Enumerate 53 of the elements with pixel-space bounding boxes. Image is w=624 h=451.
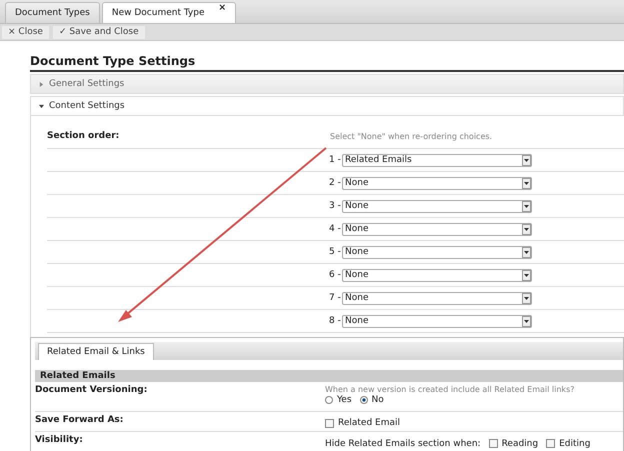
option-label: Reading	[502, 438, 538, 448]
order-number: 2 -	[329, 178, 339, 188]
hint-text: Select "None" when re-ordering choices.	[330, 132, 492, 140]
option-label: Yes	[337, 395, 352, 405]
caret-down-icon	[522, 246, 531, 258]
tab[interactable]: Related Email & Links	[38, 343, 154, 360]
radio-button[interactable]	[325, 396, 333, 404]
caret-down-icon	[522, 316, 531, 326]
order-number: 4 -	[329, 224, 339, 234]
toolbar-button[interactable]: ✓ Save and Close	[52, 26, 145, 38]
field-label: Document Versioning:	[35, 385, 148, 397]
order-number: 1 -	[329, 155, 339, 165]
field-label: Save Forward As:	[35, 415, 124, 427]
order-number: 5 -	[329, 247, 339, 257]
tab[interactable]: New Document Type ×	[102, 2, 236, 23]
caret-down-icon	[522, 154, 531, 166]
order-number: 6 -	[329, 270, 339, 280]
caret-right-icon	[39, 82, 44, 86]
dropdown[interactable]: None	[342, 314, 532, 328]
order-number: 3 -	[329, 201, 339, 211]
caret-down-icon	[522, 178, 531, 188]
dropdown[interactable]: None	[342, 292, 532, 304]
checkbox[interactable]	[546, 439, 556, 448]
accordion-header[interactable]: Content Settings	[30, 96, 624, 116]
checkbox[interactable]	[488, 439, 498, 448]
page-heading: Document Type Settings	[30, 54, 624, 72]
tab[interactable]: Document Types	[5, 2, 100, 23]
caret-down-icon	[522, 224, 531, 234]
dropdown[interactable]: None	[342, 268, 532, 282]
option-label: Hide Related Emails section when:	[325, 438, 481, 448]
section-header: Related Emails	[35, 370, 623, 382]
hint-text: When a new version is created include all Related Email links?	[325, 385, 574, 394]
option-label: Related Email	[338, 418, 400, 428]
dropdown[interactable]: None	[342, 176, 532, 190]
close-icon[interactable]: ×	[218, 3, 226, 13]
dropdown[interactable]: None	[342, 200, 532, 212]
dropdown[interactable]: Related Emails	[342, 154, 532, 166]
toolbar-button[interactable]: × Close	[2, 26, 49, 38]
radio-button[interactable]	[360, 396, 368, 404]
caret-down-icon	[39, 104, 44, 108]
option-label: No	[372, 395, 384, 405]
caret-down-icon	[522, 200, 531, 212]
field-label: Section order:	[47, 131, 120, 141]
caret-down-icon	[522, 270, 531, 280]
dropdown[interactable]: None	[342, 246, 532, 258]
order-number: 7 -	[329, 293, 339, 303]
field-label: Visibility:	[35, 435, 84, 447]
accordion-header[interactable]: General Settings	[30, 74, 624, 94]
caret-down-icon	[522, 292, 531, 304]
checkbox[interactable]	[325, 418, 334, 428]
order-number: 8 -	[329, 316, 339, 326]
option-label: Editing	[559, 438, 590, 448]
dropdown[interactable]: None	[342, 222, 532, 236]
